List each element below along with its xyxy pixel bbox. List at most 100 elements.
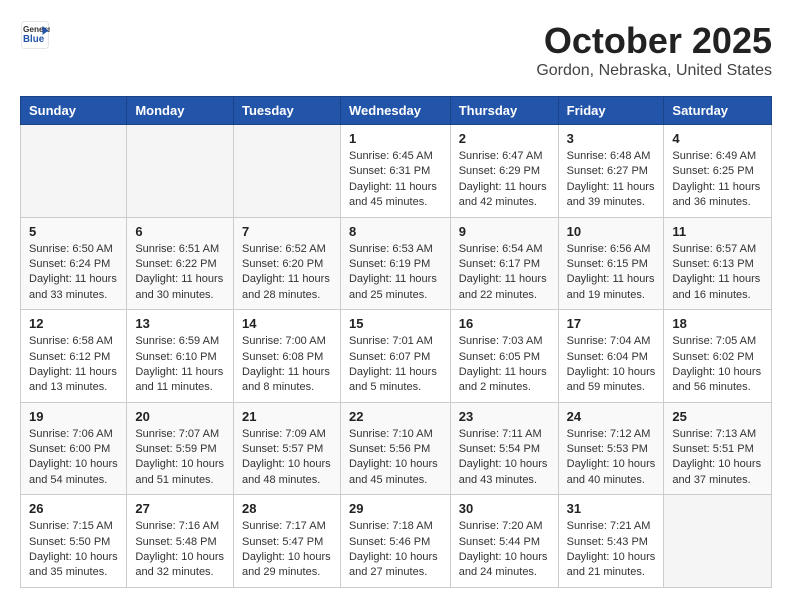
- day-number: 4: [672, 131, 763, 146]
- day-info: Sunrise: 6:48 AM Sunset: 6:27 PM Dayligh…: [567, 149, 656, 211]
- calendar-cell: 13Sunrise: 6:59 AM Sunset: 6:10 PM Dayli…: [127, 310, 234, 403]
- header-monday: Monday: [127, 97, 234, 125]
- day-info: Sunrise: 6:57 AM Sunset: 6:13 PM Dayligh…: [672, 242, 763, 304]
- day-number: 27: [135, 501, 225, 516]
- day-info: Sunrise: 7:20 AM Sunset: 5:44 PM Dayligh…: [459, 519, 550, 581]
- header-thursday: Thursday: [450, 97, 558, 125]
- day-number: 15: [349, 316, 442, 331]
- calendar-cell: 29 Sunrise: 7:18 AM Sunset: 5:46 PM Dayli…: [340, 495, 450, 588]
- day-info: Sunrise: 7:18 AM Sunset: 5:46 PM Dayligh…: [349, 519, 442, 581]
- day-number: 20: [135, 409, 225, 424]
- day-number: 16: [459, 316, 550, 331]
- day-info: Sunrise: 6:51 AM Sunset: 6:22 PM Dayligh…: [135, 242, 225, 304]
- calendar-cell: 27Sunrise: 7:16 AM Sunset: 5:48 PM Dayli…: [127, 495, 234, 588]
- day-info: Sunrise: 6:49 AM Sunset: 6:25 PM Dayligh…: [672, 149, 763, 211]
- calendar-cell: 23 Sunrise: 7:11 AM Sunset: 5:54 PM Dayli…: [450, 402, 558, 495]
- day-number: 30: [459, 501, 550, 516]
- calendar-cell: 25Sunrise: 7:13 AM Sunset: 5:51 PM Dayli…: [664, 402, 772, 495]
- calendar-cell: 24Sunrise: 7:12 AM Sunset: 5:53 PM Dayli…: [558, 402, 664, 495]
- day-number: 22: [349, 409, 442, 424]
- calendar-cell: 3 Sunrise: 6:48 AM Sunset: 6:27 PM Daylig…: [558, 125, 664, 218]
- day-number: 3: [567, 131, 656, 146]
- day-info: Sunrise: 7:15 AM Sunset: 5:50 PM Dayligh…: [29, 519, 118, 581]
- location: Gordon, Nebraska, United States: [536, 62, 772, 80]
- day-number: 29: [349, 501, 442, 516]
- svg-text:Blue: Blue: [23, 34, 45, 45]
- calendar-cell: 19 Sunrise: 7:06 AM Sunset: 6:00 PM Dayli…: [21, 402, 127, 495]
- calendar-cell: [127, 125, 234, 218]
- calendar-cell: [233, 125, 340, 218]
- calendar-cell: 22 Sunrise: 7:10 AM Sunset: 5:56 PM Dayli…: [340, 402, 450, 495]
- day-number: 18: [672, 316, 763, 331]
- day-number: 23: [459, 409, 550, 424]
- calendar-cell: 6 Sunrise: 6:51 AM Sunset: 6:22 PM Daylig…: [127, 217, 234, 310]
- day-number: 6: [135, 224, 225, 239]
- header-friday: Friday: [558, 97, 664, 125]
- calendar-cell: 20 Sunrise: 7:07 AM Sunset: 5:59 PM Dayli…: [127, 402, 234, 495]
- day-info: Sunrise: 7:13 AM Sunset: 5:51 PM Dayligh…: [672, 427, 763, 489]
- day-info: Sunrise: 7:03 AM Sunset: 6:05 PM Dayligh…: [459, 334, 550, 396]
- calendar-table: SundayMondayTuesdayWednesdayThursdayFrid…: [20, 96, 772, 588]
- logo-icon: General Blue: [20, 20, 50, 50]
- day-info: Sunrise: 7:12 AM Sunset: 5:53 PM Dayligh…: [567, 427, 656, 489]
- day-info: Sunrise: 6:56 AM Sunset: 6:15 PM Dayligh…: [567, 242, 656, 304]
- calendar-cell: [664, 495, 772, 588]
- day-info: Sunrise: 7:06 AM Sunset: 6:00 PM Dayligh…: [29, 427, 118, 489]
- day-number: 19: [29, 409, 118, 424]
- calendar-cell: 31 Sunrise: 7:21 AM Sunset: 5:43 PM Dayli…: [558, 495, 664, 588]
- day-info: Sunrise: 7:21 AM Sunset: 5:43 PM Dayligh…: [567, 519, 656, 581]
- day-info: Sunrise: 7:00 AM Sunset: 6:08 PM Dayligh…: [242, 334, 332, 396]
- day-number: 11: [672, 224, 763, 239]
- page-header: General Blue October 2025 Gordon, Nebras…: [20, 20, 772, 80]
- day-number: 8: [349, 224, 442, 239]
- day-info: Sunrise: 6:52 AM Sunset: 6:20 PM Dayligh…: [242, 242, 332, 304]
- title-block: October 2025 Gordon, Nebraska, United St…: [536, 20, 772, 80]
- day-info: Sunrise: 6:58 AM Sunset: 6:12 PM Dayligh…: [29, 334, 118, 396]
- month-title: October 2025: [536, 20, 772, 62]
- day-info: Sunrise: 7:10 AM Sunset: 5:56 PM Dayligh…: [349, 427, 442, 489]
- calendar-cell: 17Sunrise: 7:04 AM Sunset: 6:04 PM Dayli…: [558, 310, 664, 403]
- day-info: Sunrise: 6:47 AM Sunset: 6:29 PM Dayligh…: [459, 149, 550, 211]
- calendar-cell: 5 Sunrise: 6:50 AM Sunset: 6:24 PM Daylig…: [21, 217, 127, 310]
- calendar-cell: 14 Sunrise: 7:00 AM Sunset: 6:08 PM Dayli…: [233, 310, 340, 403]
- day-info: Sunrise: 7:17 AM Sunset: 5:47 PM Dayligh…: [242, 519, 332, 581]
- header-wednesday: Wednesday: [340, 97, 450, 125]
- day-number: 5: [29, 224, 118, 239]
- day-info: Sunrise: 7:09 AM Sunset: 5:57 PM Dayligh…: [242, 427, 332, 489]
- calendar-cell: 10 Sunrise: 6:56 AM Sunset: 6:15 PM Dayli…: [558, 217, 664, 310]
- week-row-2: 5 Sunrise: 6:50 AM Sunset: 6:24 PM Daylig…: [21, 217, 772, 310]
- day-info: Sunrise: 6:45 AM Sunset: 6:31 PM Dayligh…: [349, 149, 442, 211]
- day-info: Sunrise: 7:05 AM Sunset: 6:02 PM Dayligh…: [672, 334, 763, 396]
- day-number: 31: [567, 501, 656, 516]
- calendar-cell: 1Sunrise: 6:45 AM Sunset: 6:31 PM Daylig…: [340, 125, 450, 218]
- header-tuesday: Tuesday: [233, 97, 340, 125]
- calendar-cell: 11 Sunrise: 6:57 AM Sunset: 6:13 PM Dayli…: [664, 217, 772, 310]
- week-row-4: 19 Sunrise: 7:06 AM Sunset: 6:00 PM Dayli…: [21, 402, 772, 495]
- week-row-3: 12 Sunrise: 6:58 AM Sunset: 6:12 PM Dayli…: [21, 310, 772, 403]
- day-number: 10: [567, 224, 656, 239]
- calendar-cell: 16 Sunrise: 7:03 AM Sunset: 6:05 PM Dayli…: [450, 310, 558, 403]
- day-number: 21: [242, 409, 332, 424]
- week-row-5: 26 Sunrise: 7:15 AM Sunset: 5:50 PM Dayli…: [21, 495, 772, 588]
- day-info: Sunrise: 7:07 AM Sunset: 5:59 PM Dayligh…: [135, 427, 225, 489]
- day-number: 7: [242, 224, 332, 239]
- day-info: Sunrise: 6:53 AM Sunset: 6:19 PM Dayligh…: [349, 242, 442, 304]
- day-number: 12: [29, 316, 118, 331]
- calendar-cell: 4 Sunrise: 6:49 AM Sunset: 6:25 PM Daylig…: [664, 125, 772, 218]
- week-row-1: 1Sunrise: 6:45 AM Sunset: 6:31 PM Daylig…: [21, 125, 772, 218]
- calendar-cell: 18 Sunrise: 7:05 AM Sunset: 6:02 PM Dayli…: [664, 310, 772, 403]
- day-info: Sunrise: 6:54 AM Sunset: 6:17 PM Dayligh…: [459, 242, 550, 304]
- day-number: 26: [29, 501, 118, 516]
- day-number: 13: [135, 316, 225, 331]
- day-info: Sunrise: 7:01 AM Sunset: 6:07 PM Dayligh…: [349, 334, 442, 396]
- calendar-cell: 8 Sunrise: 6:53 AM Sunset: 6:19 PM Daylig…: [340, 217, 450, 310]
- day-number: 17: [567, 316, 656, 331]
- calendar-cell: 21 Sunrise: 7:09 AM Sunset: 5:57 PM Dayli…: [233, 402, 340, 495]
- day-info: Sunrise: 6:50 AM Sunset: 6:24 PM Dayligh…: [29, 242, 118, 304]
- day-number: 14: [242, 316, 332, 331]
- calendar-cell: [21, 125, 127, 218]
- calendar-cell: 15 Sunrise: 7:01 AM Sunset: 6:07 PM Dayli…: [340, 310, 450, 403]
- calendar-cell: 2Sunrise: 6:47 AM Sunset: 6:29 PM Daylig…: [450, 125, 558, 218]
- calendar-cell: 30 Sunrise: 7:20 AM Sunset: 5:44 PM Dayli…: [450, 495, 558, 588]
- day-info: Sunrise: 7:11 AM Sunset: 5:54 PM Dayligh…: [459, 427, 550, 489]
